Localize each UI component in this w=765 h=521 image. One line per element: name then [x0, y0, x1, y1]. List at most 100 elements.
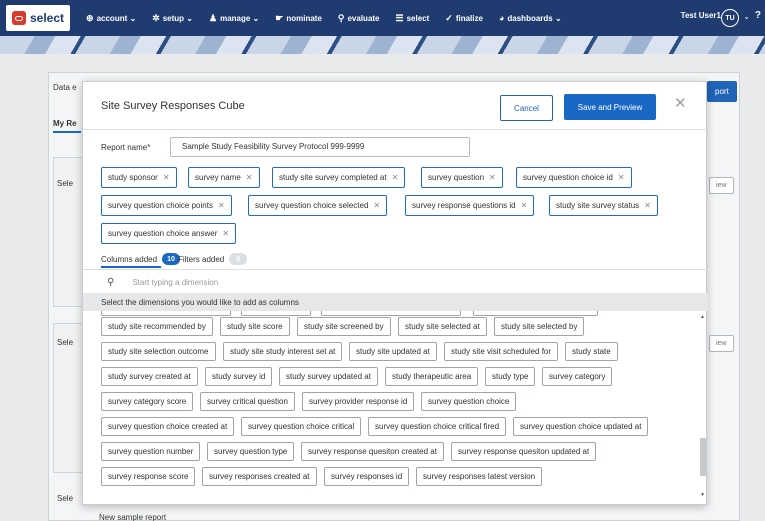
selected-column-chip[interactable]: survey question choice answer ✕ — [101, 223, 237, 244]
tab-filters-added[interactable]: Filters added 0 — [178, 253, 248, 265]
dimension-option-clipped[interactable] — [241, 311, 311, 316]
dimension-option[interactable]: study site study interest set at — [223, 342, 343, 361]
dimension-option[interactable]: survey response quesiton created at — [301, 442, 444, 461]
remove-chip-icon[interactable]: ✕ — [489, 173, 496, 182]
close-icon[interactable]: ✕ — [674, 94, 687, 112]
dimension-option[interactable]: study survey updated at — [279, 367, 378, 386]
dimension-option-clipped[interactable] — [101, 311, 231, 316]
selected-column-chip[interactable]: survey question choice points ✕ — [101, 195, 232, 216]
remove-chip-icon[interactable]: ✕ — [373, 201, 380, 210]
dimension-option[interactable]: study therapeutic area — [385, 367, 479, 386]
avatar[interactable]: TU — [721, 9, 739, 27]
dimension-option[interactable]: survey category score — [101, 392, 194, 411]
dimension-option[interactable]: survey question number — [101, 442, 201, 461]
dimension-option[interactable]: survey response quesiton updated at — [451, 442, 597, 461]
dimension-option[interactable]: survey question choice updated at — [513, 417, 649, 436]
nav-nominate[interactable]: ☛ nominate — [275, 13, 322, 24]
bg-tab-underline — [53, 131, 81, 133]
remove-chip-icon[interactable]: ✕ — [246, 173, 253, 182]
remove-chip-icon[interactable]: ✕ — [618, 173, 625, 182]
chevron-down-icon[interactable]: ⌄ — [743, 12, 750, 21]
nav-finalize[interactable]: ✓ finalize — [445, 13, 483, 24]
selected-column-chip[interactable]: survey question choice selected ✕ — [248, 195, 388, 216]
dimension-option[interactable]: survey question choice critical fired — [368, 417, 507, 436]
dimension-option-clipped[interactable] — [321, 311, 461, 316]
dimension-option[interactable]: study state — [565, 342, 618, 361]
scrollbar-thumb[interactable] — [700, 438, 706, 476]
selected-column-chip[interactable]: study site survey status ✕ — [549, 195, 658, 216]
header-divider — [83, 129, 708, 130]
nav-select[interactable]: ☰ select — [396, 13, 430, 24]
dimension-option[interactable]: study site recommended by — [101, 317, 213, 336]
bg-select-1: Sele — [57, 179, 74, 188]
report-name-input[interactable]: Sample Study Feasibility Survey Protocol… — [170, 137, 470, 157]
list-scrollbar[interactable]: ▲ ▼ — [700, 314, 706, 500]
chip-label: survey question choice selected — [255, 201, 369, 210]
search-icon: ⚲ — [337, 12, 345, 23]
dimension-option[interactable]: survey responses latest version — [416, 467, 543, 486]
bg-tab-my: My Re — [53, 119, 77, 128]
nav-nominate-label: nominate — [286, 13, 322, 23]
bg-sample-report: New sample report — [99, 513, 167, 521]
remove-chip-icon[interactable]: ✕ — [163, 173, 170, 182]
nav-evaluate-label: evaluate — [347, 13, 380, 23]
dimension-option[interactable]: survey question choice created at — [101, 417, 235, 436]
nav-setup-label: setup ⌄ — [162, 13, 193, 23]
bg-select-3: Sele — [57, 494, 74, 503]
dimension-option[interactable]: survey responses created at — [202, 467, 317, 486]
search-input[interactable]: Start typing a dimension — [132, 278, 218, 287]
dimension-option[interactable]: study type — [485, 367, 536, 386]
list-icon: ☰ — [395, 12, 404, 23]
app-name: select — [30, 11, 65, 25]
chip-label: study site survey completed at — [279, 173, 387, 182]
dimension-option[interactable]: study site selected at — [398, 317, 487, 336]
help-icon[interactable]: ? — [755, 10, 761, 21]
dimension-option[interactable]: study site score — [220, 317, 290, 336]
tab-columns-label: Columns added — [101, 254, 158, 264]
dimension-option[interactable]: survey question choice critical — [241, 417, 362, 436]
nav-evaluate[interactable]: ⚲ evaluate — [338, 13, 380, 24]
dimension-option[interactable]: survey question type — [207, 442, 295, 461]
cancel-button[interactable]: Cancel — [500, 95, 553, 121]
dimension-option[interactable]: survey critical question — [200, 392, 295, 411]
nav-manage[interactable]: ♟ manage ⌄ — [209, 13, 259, 24]
dimension-option-clipped[interactable] — [473, 311, 598, 316]
dimension-option[interactable]: study survey created at — [101, 367, 198, 386]
scroll-down-icon[interactable]: ▼ — [700, 492, 705, 498]
selected-column-chip[interactable]: survey name ✕ — [188, 167, 260, 188]
selected-column-chip[interactable]: study sponsor ✕ — [101, 167, 177, 188]
dimension-search[interactable]: ⚲ Start typing a dimension — [83, 272, 708, 292]
scroll-up-icon[interactable]: ▲ — [700, 314, 705, 320]
nav-dashboards[interactable]: ◕ dashboards ⌄ — [499, 13, 562, 23]
dimension-option[interactable]: survey response score — [101, 467, 196, 486]
dimension-option[interactable]: survey provider response id — [302, 392, 415, 411]
selected-column-chip[interactable]: study site survey completed at ✕ — [272, 167, 406, 188]
dimension-option[interactable]: study site selection outcome — [101, 342, 216, 361]
dimension-option[interactable]: survey responses id — [324, 467, 410, 486]
modal-title: Site Survey Responses Cube — [101, 100, 245, 112]
tab-columns-added[interactable]: Columns added 10 — [101, 253, 181, 265]
dimension-option[interactable]: survey category — [542, 367, 613, 386]
selected-column-chip[interactable]: survey question choice id ✕ — [516, 167, 632, 188]
nav-setup[interactable]: ✲ setup ⌄ — [152, 13, 193, 24]
remove-chip-icon[interactable]: ✕ — [521, 201, 528, 210]
selected-column-chip[interactable]: survey response questions id ✕ — [405, 195, 535, 216]
user-name[interactable]: Test User1 — [681, 11, 721, 20]
remove-chip-icon[interactable]: ✕ — [222, 229, 229, 238]
dimension-option[interactable]: study survey id — [205, 367, 273, 386]
nav-account-label: account ⌄ — [96, 13, 137, 23]
nav-manage-label: manage ⌄ — [220, 13, 260, 23]
dimension-option[interactable]: study site screened by — [297, 317, 391, 336]
dimension-option[interactable]: study site updated at — [349, 342, 437, 361]
save-and-preview-button[interactable]: Save and Preview — [564, 94, 656, 120]
chip-label: survey response questions id — [412, 201, 516, 210]
remove-chip-icon[interactable]: ✕ — [218, 201, 225, 210]
dimension-option[interactable]: study site selected by — [494, 317, 585, 336]
selected-column-chip[interactable]: survey question ✕ — [421, 167, 503, 188]
app-logo[interactable]: select — [6, 5, 71, 31]
remove-chip-icon[interactable]: ✕ — [644, 201, 651, 210]
dimension-option[interactable]: survey question choice — [421, 392, 517, 411]
nav-account[interactable]: ⊕ account ⌄ — [86, 13, 136, 24]
dimension-option[interactable]: study site visit scheduled for — [444, 342, 559, 361]
remove-chip-icon[interactable]: ✕ — [392, 173, 399, 182]
